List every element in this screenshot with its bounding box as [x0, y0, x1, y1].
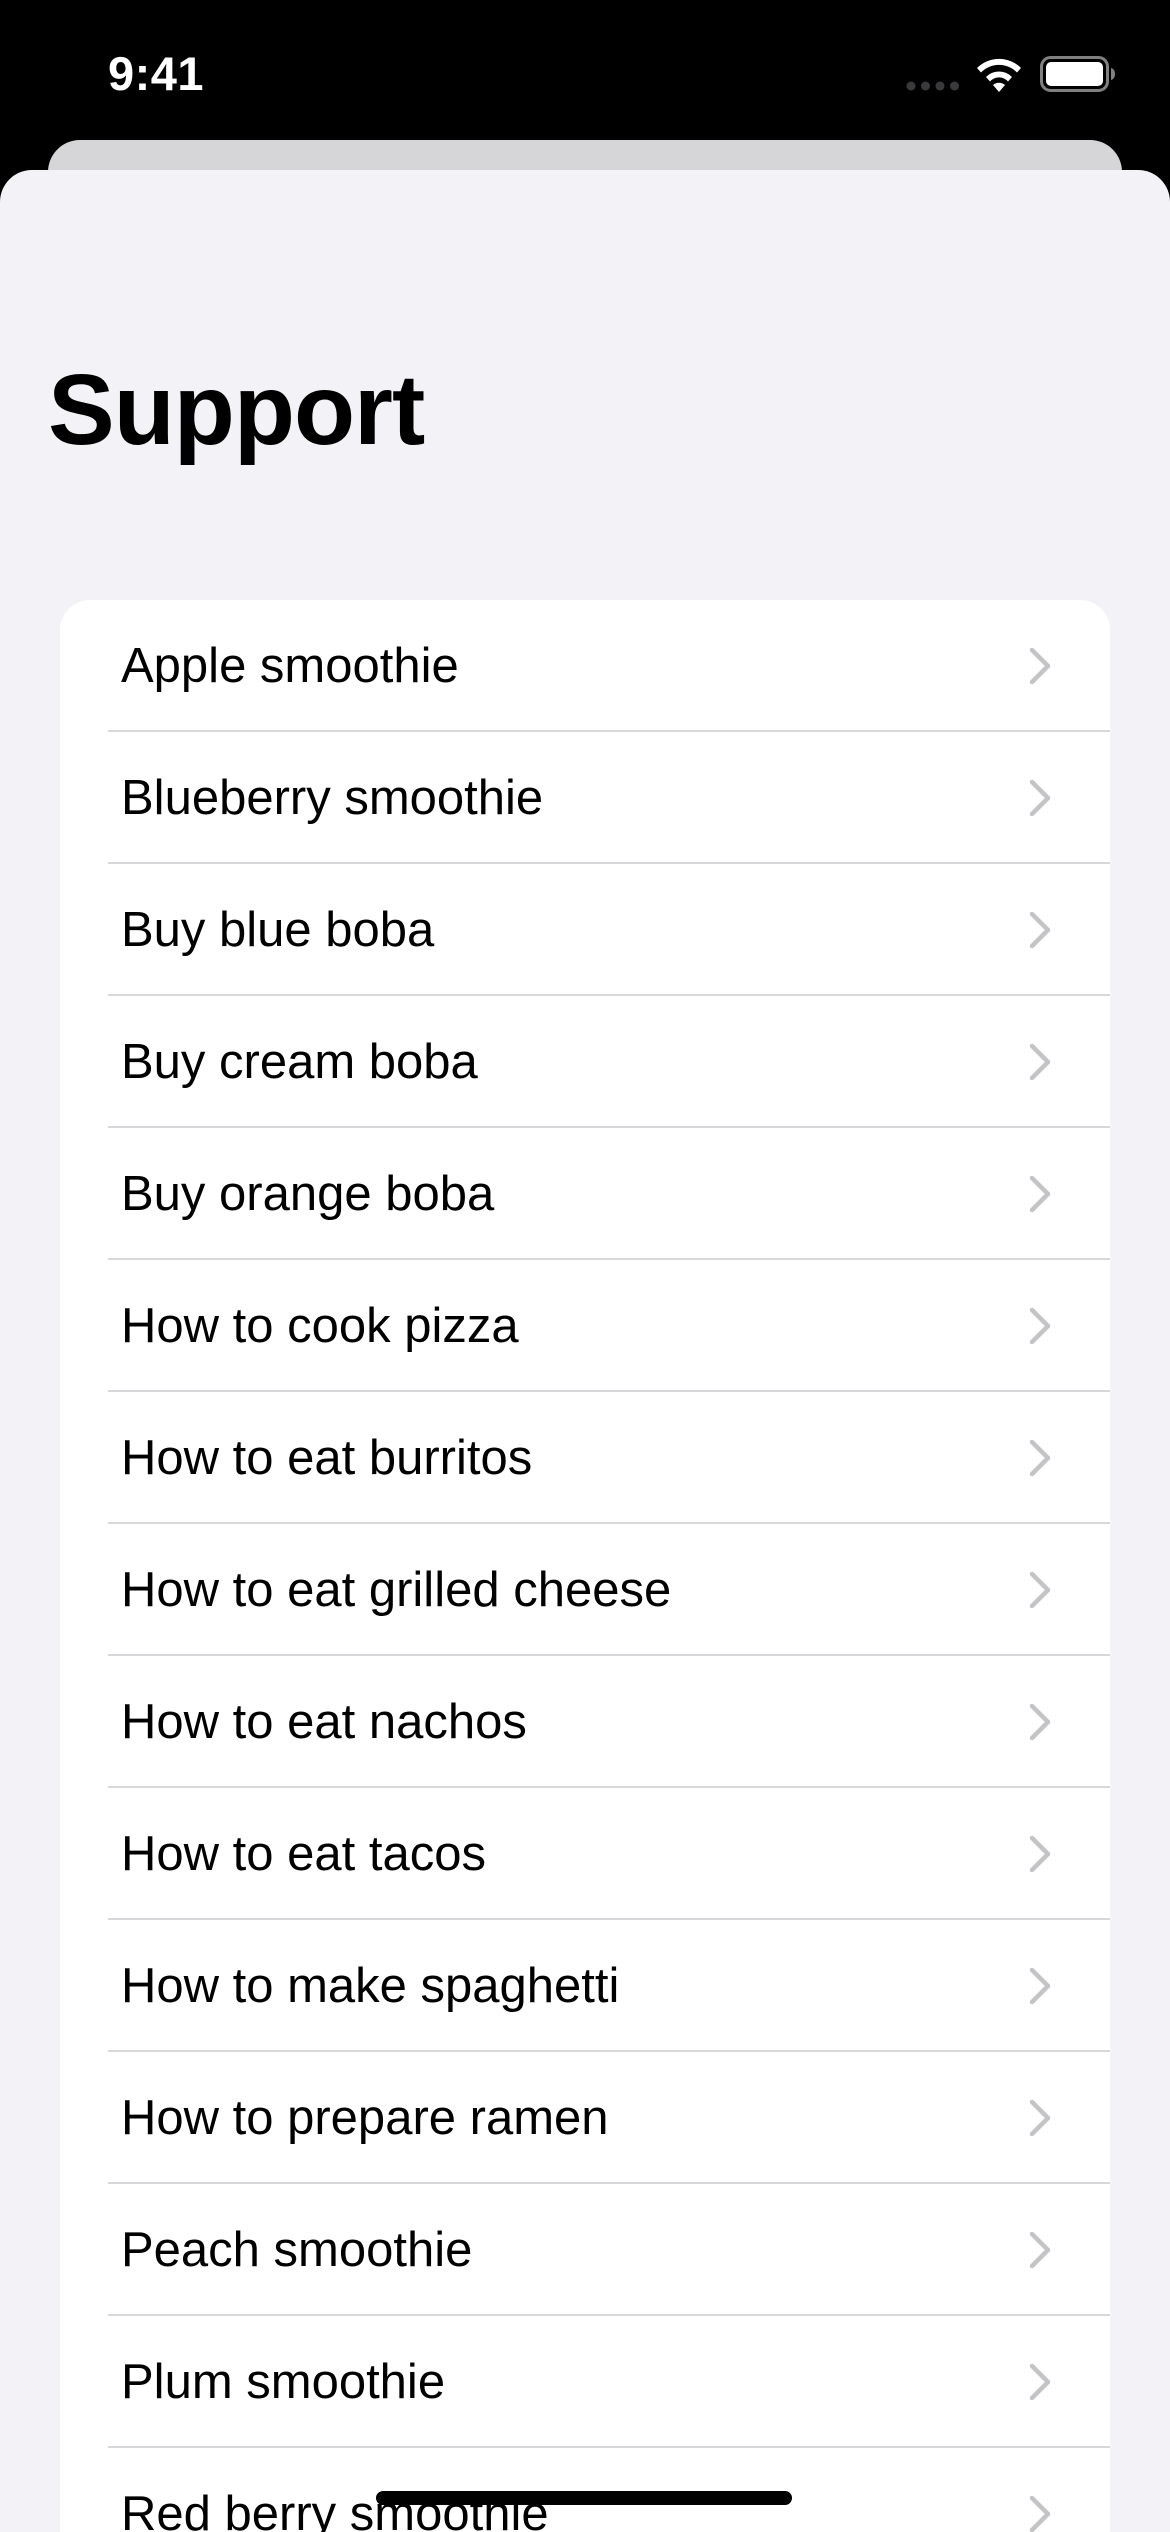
list-item-label: Red berry smoothie — [121, 2487, 549, 2532]
chevron-right-icon — [1029, 1835, 1051, 1873]
chevron-right-icon — [1029, 2363, 1051, 2401]
list-item[interactable]: How to eat nachos — [60, 1656, 1110, 1788]
list-item[interactable]: Buy cream boba — [60, 996, 1110, 1128]
list-item-label: How to eat nachos — [121, 1695, 527, 1749]
chevron-right-icon — [1029, 1043, 1051, 1081]
chevron-right-icon — [1029, 1967, 1051, 2005]
list-item[interactable]: Buy blue boba — [60, 864, 1110, 996]
list-item-label: Buy orange boba — [121, 1167, 495, 1221]
signal-icon — [906, 81, 959, 91]
list-item[interactable]: Apple smoothie — [60, 600, 1110, 732]
list-item-label: How to prepare ramen — [121, 2091, 609, 2145]
chevron-right-icon — [1029, 911, 1051, 949]
list-item[interactable]: How to cook pizza — [60, 1260, 1110, 1392]
list-item-label: Buy blue boba — [121, 903, 435, 957]
list-item[interactable]: Plum smoothie — [60, 2316, 1110, 2448]
list-item[interactable]: How to eat grilled cheese — [60, 1524, 1110, 1656]
list-item-label: How to cook pizza — [121, 1299, 519, 1353]
list-item[interactable]: Buy orange boba — [60, 1128, 1110, 1260]
list-item-label: How to eat burritos — [121, 1431, 533, 1485]
list-item-label: How to make spaghetti — [121, 1959, 620, 2013]
chevron-right-icon — [1029, 779, 1051, 817]
chevron-right-icon — [1029, 1307, 1051, 1345]
list-item-label: Apple smoothie — [121, 639, 459, 693]
chevron-right-icon — [1029, 647, 1051, 685]
support-sheet: Support Apple smoothie Blueberry smoothie… — [0, 170, 1170, 2532]
list-item-label: Peach smoothie — [121, 2223, 473, 2277]
list-item-label: Blueberry smoothie — [121, 771, 544, 825]
list-item-label: Buy cream boba — [121, 1035, 478, 1089]
chevron-right-icon — [1029, 1175, 1051, 1213]
list-item[interactable]: How to eat tacos — [60, 1788, 1110, 1920]
wifi-icon — [977, 58, 1021, 92]
chevron-right-icon — [1029, 1439, 1051, 1477]
chevron-right-icon — [1029, 2231, 1051, 2269]
list-item[interactable]: Red berry smoothie — [60, 2448, 1110, 2532]
list-item[interactable]: Blueberry smoothie — [60, 732, 1110, 864]
battery-icon — [1040, 56, 1115, 92]
chevron-right-icon — [1029, 1703, 1051, 1741]
home-indicator[interactable] — [376, 2491, 792, 2505]
chevron-right-icon — [1029, 1571, 1051, 1609]
chevron-right-icon — [1029, 2099, 1051, 2137]
list-item[interactable]: Peach smoothie — [60, 2184, 1110, 2316]
list-item-label: How to eat tacos — [121, 1827, 486, 1881]
status-time: 9:41 — [108, 47, 205, 100]
list-item[interactable]: How to make spaghetti — [60, 1920, 1110, 2052]
list-item-label: Plum smoothie — [121, 2355, 446, 2409]
list-item-label: How to eat grilled cheese — [121, 1563, 672, 1617]
list-item[interactable]: How to prepare ramen — [60, 2052, 1110, 2184]
status-bar: 9:41 — [0, 0, 1170, 140]
page-title: Support — [48, 354, 425, 466]
chevron-right-icon — [1029, 2495, 1051, 2532]
support-list: Apple smoothie Blueberry smoothie Buy blue… — [60, 600, 1110, 2532]
list-item[interactable]: How to eat burritos — [60, 1392, 1110, 1524]
